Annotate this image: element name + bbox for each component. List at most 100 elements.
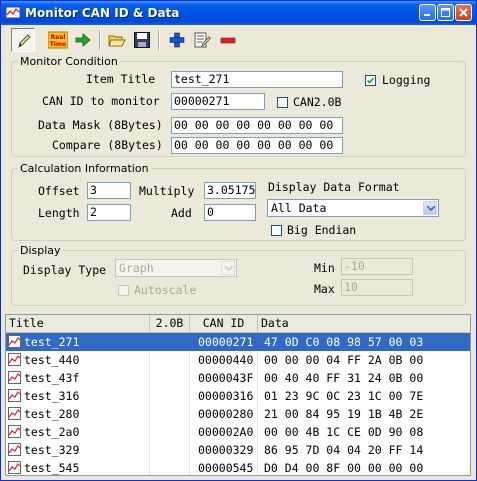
table-row[interactable]: test_43f 0000043F 00 40 40 FF 31 24 0B 00 <box>6 369 470 387</box>
table-row[interactable]: test_271 00000271 47 0D C0 08 98 57 00 03 <box>6 333 470 351</box>
column-header-data[interactable]: Data <box>258 315 470 332</box>
display-type-value: Graph <box>119 261 154 275</box>
row-title: test_316 <box>24 389 80 403</box>
max-input[interactable]: 10 <box>341 279 413 296</box>
remove-item-button[interactable] <box>216 28 240 52</box>
calculation-legend: Calculation Information <box>20 162 149 175</box>
monitor-list[interactable]: Title 2.0B CAN ID Data test_271 00000271 4… <box>5 314 471 476</box>
autoscale-checkbox[interactable] <box>118 285 129 296</box>
row-data: 00 40 40 FF 31 24 0B 00 <box>264 371 424 385</box>
maximize-button[interactable] <box>437 4 454 21</box>
item-title-label: Item Title <box>86 72 156 86</box>
row-title: test_440 <box>24 353 80 367</box>
realtime-icon: Real Time <box>48 31 68 49</box>
window-title: Monitor CAN ID & Data <box>25 6 180 20</box>
row-data: 00 00 4B 1C CE 0D 90 08 <box>264 425 424 439</box>
title-bar[interactable]: Monitor CAN ID & Data <box>1 1 476 25</box>
min-input[interactable]: -10 <box>341 258 413 275</box>
chart-item-icon <box>8 335 21 348</box>
open-folder-icon <box>108 35 126 47</box>
offset-input[interactable]: 3 <box>87 182 131 199</box>
edit-list-button[interactable] <box>190 28 214 52</box>
dropdown-button[interactable] <box>423 201 437 215</box>
table-row[interactable]: test_2a0 000002A0 00 00 4B 1C CE 0D 90 08 <box>6 423 470 441</box>
realtime-button[interactable]: Real Time <box>46 28 70 52</box>
min-label: Min <box>314 261 335 275</box>
compare-input[interactable]: 00 00 00 00 00 00 00 00 <box>171 137 343 154</box>
can-id-input[interactable]: 00000271 <box>171 93 265 110</box>
row-2-0b <box>152 405 188 423</box>
toolbar-separator <box>158 30 160 50</box>
checkmark-icon <box>366 77 375 84</box>
display-format-value: All Data <box>271 201 327 215</box>
close-icon <box>459 8 468 17</box>
go-button[interactable] <box>71 28 95 52</box>
save-button[interactable] <box>130 28 154 52</box>
display-type-select[interactable]: Graph <box>115 259 237 277</box>
multiply-input[interactable]: 3.05175 <box>204 182 256 199</box>
display-format-select[interactable]: All Data <box>267 199 439 217</box>
display-legend: Display <box>20 244 61 257</box>
multiply-label: Multiply <box>139 184 195 198</box>
table-row[interactable]: test_545 00000545 D0 D4 00 8F 00 00 00 00 <box>6 459 470 475</box>
row-can-id: 00000329 <box>198 443 254 457</box>
max-label: Max <box>314 282 335 296</box>
pencil-icon <box>18 34 31 48</box>
table-row[interactable]: test_316 00000316 01 23 9C 0C 23 1C 00 7E <box>6 387 470 405</box>
length-input[interactable]: 2 <box>87 204 131 221</box>
chart-item-icon <box>8 407 21 420</box>
logging-checkbox[interactable] <box>365 75 376 86</box>
edit-button[interactable] <box>11 28 35 52</box>
offset-label: Offset <box>38 184 80 198</box>
add-icon <box>169 32 185 48</box>
can20b-checkbox[interactable] <box>277 97 288 108</box>
length-label: Length <box>38 206 80 220</box>
compare-label: Compare (8Bytes) <box>52 138 163 152</box>
chart-item-icon <box>8 461 21 474</box>
chevron-down-icon <box>225 266 233 271</box>
row-data: 00 00 00 04 FF 2A 0B 00 <box>264 353 424 367</box>
row-data: 21 00 84 95 19 1B 4B 2E <box>264 407 424 421</box>
row-title: test_2a0 <box>24 425 80 439</box>
row-title: test_545 <box>24 461 80 475</box>
row-can-id: 0000043F <box>198 371 254 385</box>
column-header-title[interactable]: Title <box>6 315 150 332</box>
row-data: 47 0D C0 08 98 57 00 03 <box>264 335 424 349</box>
dropdown-button[interactable] <box>221 261 235 275</box>
open-button[interactable] <box>105 28 129 52</box>
chart-item-icon <box>8 443 21 456</box>
data-mask-label: Data Mask (8Bytes) <box>38 118 163 132</box>
autoscale-label: Autoscale <box>134 283 197 297</box>
row-can-id: 00000280 <box>198 407 254 421</box>
row-can-id: 00000545 <box>198 461 254 475</box>
row-2-0b <box>152 369 188 387</box>
table-row[interactable]: test_440 00000440 00 00 00 04 FF 2A 0B 00 <box>6 351 470 369</box>
minimize-icon <box>424 14 430 16</box>
item-title-input[interactable]: test_271 <box>171 71 343 88</box>
close-button[interactable] <box>455 4 472 21</box>
chart-item-icon <box>8 371 21 384</box>
row-2-0b <box>152 351 188 369</box>
row-title: test_43f <box>24 371 80 385</box>
can20b-label: CAN2.0B <box>293 95 342 109</box>
add-input[interactable]: 0 <box>204 204 256 221</box>
toolbar: Real Time <box>5 27 471 55</box>
edit-list-icon <box>194 32 211 48</box>
remove-icon <box>220 37 236 44</box>
table-row[interactable]: test_280 00000280 21 00 84 95 19 1B 4B 2E <box>6 405 470 423</box>
big-endian-checkbox[interactable] <box>271 225 282 236</box>
display-type-label: Display Type <box>23 263 107 277</box>
column-header-can-id[interactable]: CAN ID <box>190 315 258 332</box>
chart-item-icon <box>8 353 21 366</box>
row-title: test_271 <box>24 335 80 349</box>
add-item-button[interactable] <box>165 28 189 52</box>
minimize-button[interactable] <box>419 4 436 21</box>
row-title: test_280 <box>24 407 80 421</box>
row-data: 86 95 7D 04 04 20 FF 14 <box>264 443 424 457</box>
toolbar-separator <box>99 30 101 50</box>
column-header-2-0b[interactable]: 2.0B <box>150 315 190 332</box>
data-mask-input[interactable]: 00 00 00 00 00 00 00 00 <box>171 117 343 134</box>
row-can-id: 000002A0 <box>198 425 254 439</box>
table-row[interactable]: test_329 00000329 86 95 7D 04 04 20 FF 14 <box>6 441 470 459</box>
chart-item-icon <box>8 389 21 402</box>
